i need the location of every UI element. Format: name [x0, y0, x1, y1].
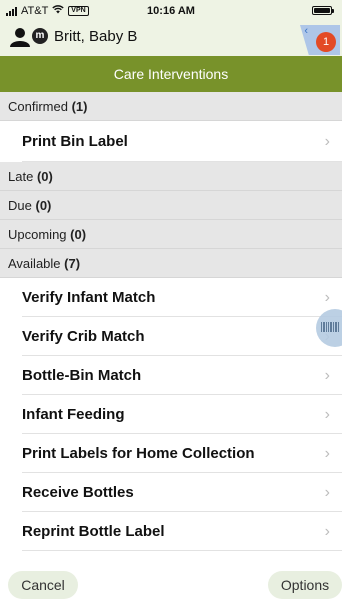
bottom-toolbar: Cancel Options	[0, 565, 342, 605]
list-item-receive-bottles[interactable]: Receive Bottles ›	[0, 473, 342, 512]
section-count: (0)	[36, 169, 53, 184]
list-item-verify-crib-match[interactable]: Verify Crib Match ›	[0, 317, 342, 356]
chevron-right-icon: ›	[324, 484, 330, 501]
section-header-late: Late (0)	[0, 162, 342, 191]
list-item-label: Receive Bottles	[22, 484, 134, 501]
alert-count-badge[interactable]: 1	[316, 32, 336, 52]
chevron-right-icon: ›	[324, 133, 330, 150]
chevron-right-icon: ›	[324, 445, 330, 462]
patient-type-badge: m	[32, 28, 48, 44]
list-item-print-labels-home-collection[interactable]: Print Labels for Home Collection ›	[0, 434, 342, 473]
section-label: Late	[8, 169, 34, 184]
list-item-infant-feeding[interactable]: Infant Feeding ›	[0, 395, 342, 434]
section-count: (7)	[64, 256, 81, 271]
section-count: (0)	[70, 227, 87, 242]
cancel-button[interactable]: Cancel	[8, 571, 78, 599]
list-item-bottle-bin-match[interactable]: Bottle-Bin Match ›	[0, 356, 342, 395]
section-count: (0)	[35, 198, 52, 213]
section-label: Upcoming	[8, 227, 67, 242]
list-item-label: Verify Crib Match	[22, 328, 145, 345]
chevron-right-icon: ›	[324, 367, 330, 384]
battery-icon	[312, 6, 334, 15]
interventions-list: Confirmed (1) Print Bin Label › Late (0)…	[0, 92, 342, 551]
list-item-label: Print Bin Label	[22, 133, 128, 150]
list-item-print-bin-label[interactable]: Print Bin Label ›	[0, 121, 342, 162]
list-item-label: Verify Infant Match	[22, 289, 156, 306]
patient-name[interactable]: Britt, Baby B	[54, 28, 137, 45]
chevron-right-icon: ›	[324, 406, 330, 423]
person-icon	[10, 27, 30, 47]
patient-header: m Britt, Baby B ‹ 1	[0, 22, 342, 56]
chevron-right-icon: ›	[324, 523, 330, 540]
section-header-upcoming: Upcoming (0)	[0, 220, 342, 249]
section-header-due: Due (0)	[0, 191, 342, 220]
list-item-label: Bottle-Bin Match	[22, 367, 142, 384]
barcode-icon	[321, 322, 339, 332]
section-count: (1)	[71, 99, 88, 114]
section-label: Due	[8, 198, 32, 213]
section-label: Available	[8, 256, 61, 271]
status-bar: AT&T VPN 10:16 AM	[0, 0, 342, 22]
list-item-verify-infant-match[interactable]: Verify Infant Match ›	[0, 278, 342, 317]
list-item-label: Infant Feeding	[22, 406, 125, 423]
list-item-label: Print Labels for Home Collection	[22, 445, 255, 462]
section-header-available: Available (7)	[0, 249, 342, 278]
section-label: Confirmed	[8, 99, 68, 114]
list-item-label: Reprint Bottle Label	[22, 523, 165, 540]
list-item-reprint-bottle-label[interactable]: Reprint Bottle Label ›	[0, 512, 342, 551]
page-title: Care Interventions	[0, 56, 342, 92]
section-header-confirmed: Confirmed (1)	[0, 92, 342, 121]
status-time: 10:16 AM	[147, 5, 195, 17]
options-button[interactable]: Options	[268, 571, 342, 599]
chevron-left-icon: ‹	[304, 25, 308, 37]
